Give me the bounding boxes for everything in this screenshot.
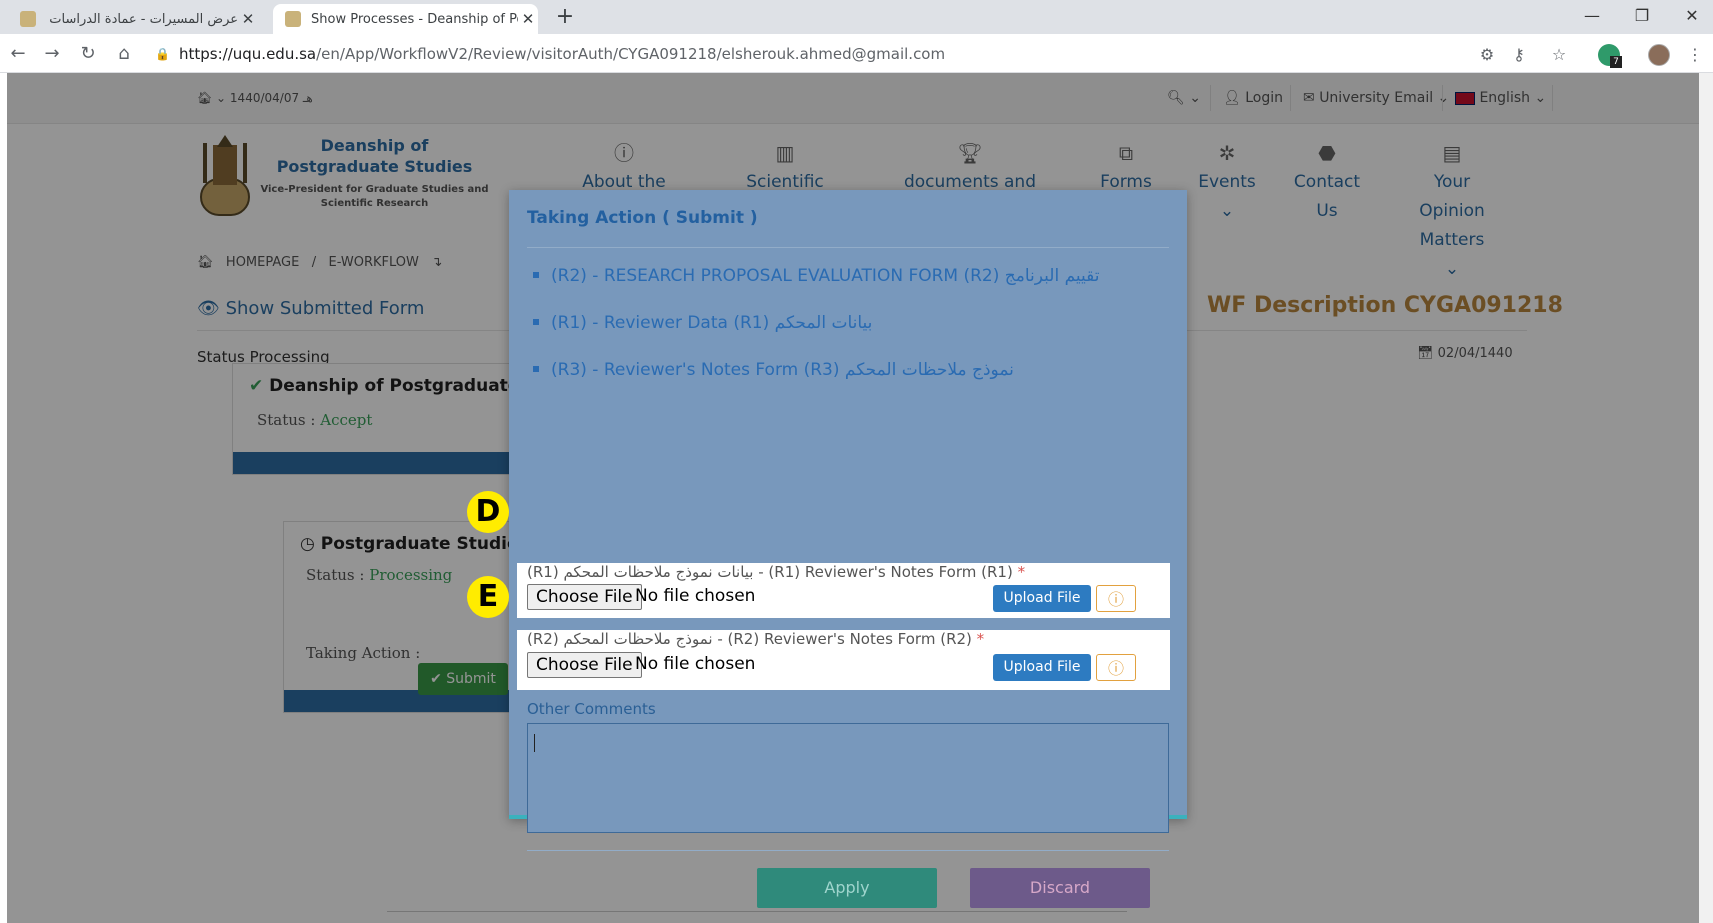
forward-icon[interactable]: →	[40, 42, 64, 66]
divider	[527, 247, 1169, 248]
form-link-r3[interactable]: (R3) - Reviewer's Notes Form (R3) نموذج …	[527, 354, 1100, 401]
bookmark-star-icon[interactable]: ☆	[1548, 44, 1570, 66]
page-content: 🏠︎ ⌄ 1440/04/07 هـ 🔍︎ ⌄ 👤︎ Login ✉ Unive…	[7, 73, 1706, 923]
upload-row-r1: (R1) بيانات نموذج ملاحظات المحكم - (R1) …	[517, 563, 1170, 618]
text-cursor	[534, 734, 535, 752]
choose-file-button[interactable]: Choose File	[527, 652, 642, 678]
tab-title: Show Processes - Deanship of Po	[311, 11, 518, 27]
browser-tabstrip: عرض المسيرات - عمادة الدراسات ال ✕ Show …	[0, 0, 1713, 34]
lock-icon: 🔒	[155, 47, 170, 61]
modal-title: Taking Action ( Submit )	[527, 208, 758, 228]
address-bar[interactable]: 🔒 https://uqu.edu.sa/en/App/WorkflowV2/R…	[155, 41, 1445, 67]
info-icon[interactable]: ⓘ	[1096, 585, 1136, 612]
upload-file-button[interactable]: Upload File	[993, 585, 1091, 612]
file-status: No file chosen	[635, 586, 756, 606]
form-link-r2[interactable]: (R2) - RESEARCH PROPOSAL EVALUATION FORM…	[527, 260, 1100, 307]
restore-icon[interactable]: ❐	[1622, 4, 1662, 28]
profile-avatar[interactable]	[1648, 44, 1670, 66]
required-marker: *	[1017, 563, 1026, 581]
comments-label: Other Comments	[527, 700, 656, 718]
info-icon[interactable]: ⓘ	[1096, 654, 1136, 681]
tab-title: عرض المسيرات - عمادة الدراسات ال	[46, 11, 238, 27]
tab-show-processes[interactable]: Show Processes - Deanship of Po ✕	[273, 4, 538, 34]
menu-dots-icon[interactable]: ⋮	[1684, 44, 1706, 66]
upload-label-text: (R2) نموذج ملاحظات المحكم - (R2) Reviewe…	[527, 630, 972, 648]
upload-label-text: (R1) بيانات نموذج ملاحظات المحكم - (R1) …	[527, 563, 1013, 581]
divider	[527, 850, 1169, 851]
taking-action-modal: Taking Action ( Submit ) (R2) - RESEARCH…	[509, 190, 1187, 908]
discard-button[interactable]: Discard	[970, 868, 1150, 908]
extension-badge: 7	[1610, 56, 1622, 68]
university-favicon-icon	[20, 11, 36, 27]
close-tab-icon[interactable]: ✕	[518, 10, 538, 28]
apply-button[interactable]: Apply	[757, 868, 937, 908]
blocked-cookie-icon[interactable]: ⚙	[1476, 44, 1498, 66]
form-link-label: (R2) - RESEARCH PROPOSAL EVALUATION FORM…	[551, 266, 1100, 286]
close-window-icon[interactable]: ✕	[1672, 4, 1712, 28]
comments-textarea[interactable]	[527, 723, 1169, 833]
upload-label: (R2) نموذج ملاحظات المحكم - (R2) Reviewe…	[527, 630, 984, 648]
upload-row-r2: (R2) نموذج ملاحظات المحكم - (R2) Reviewe…	[517, 630, 1170, 690]
tab-arabic-routes[interactable]: عرض المسيرات - عمادة الدراسات ال ✕	[8, 4, 258, 34]
annotation-marker-d: D	[467, 491, 509, 533]
required-marker: *	[976, 630, 985, 648]
form-link-label: (R3) - Reviewer's Notes Form (R3) نموذج …	[551, 360, 1014, 380]
url-path: /en/App/WorkflowV2/Review/visitorAuth/CY…	[316, 45, 946, 63]
url-host: https://uqu.edu.sa	[179, 45, 317, 63]
annotation-marker-e: E	[467, 576, 509, 618]
reload-icon[interactable]: ↻	[76, 42, 100, 66]
minimize-icon[interactable]: —	[1572, 4, 1612, 28]
form-link-r1[interactable]: (R1) - Reviewer Data (R1) بيانات المحكم	[527, 307, 1100, 354]
extension-icon[interactable]: 7	[1598, 44, 1622, 68]
page-scrollbar[interactable]	[1699, 73, 1713, 923]
forms-list: (R2) - RESEARCH PROPOSAL EVALUATION FORM…	[527, 260, 1100, 401]
key-icon[interactable]: ⚷	[1508, 44, 1530, 66]
form-link-label: (R1) - Reviewer Data (R1) بيانات المحكم	[551, 313, 873, 333]
close-tab-icon[interactable]: ✕	[238, 10, 258, 28]
university-favicon-icon	[285, 11, 301, 27]
file-status: No file chosen	[635, 654, 756, 674]
upload-label: (R1) بيانات نموذج ملاحظات المحكم - (R1) …	[527, 563, 1025, 581]
new-tab-button[interactable]: +	[552, 4, 578, 30]
home-icon[interactable]: ⌂	[112, 42, 136, 66]
back-icon[interactable]: ←	[6, 42, 30, 66]
upload-file-button[interactable]: Upload File	[993, 654, 1091, 681]
choose-file-button[interactable]: Choose File	[527, 584, 642, 610]
